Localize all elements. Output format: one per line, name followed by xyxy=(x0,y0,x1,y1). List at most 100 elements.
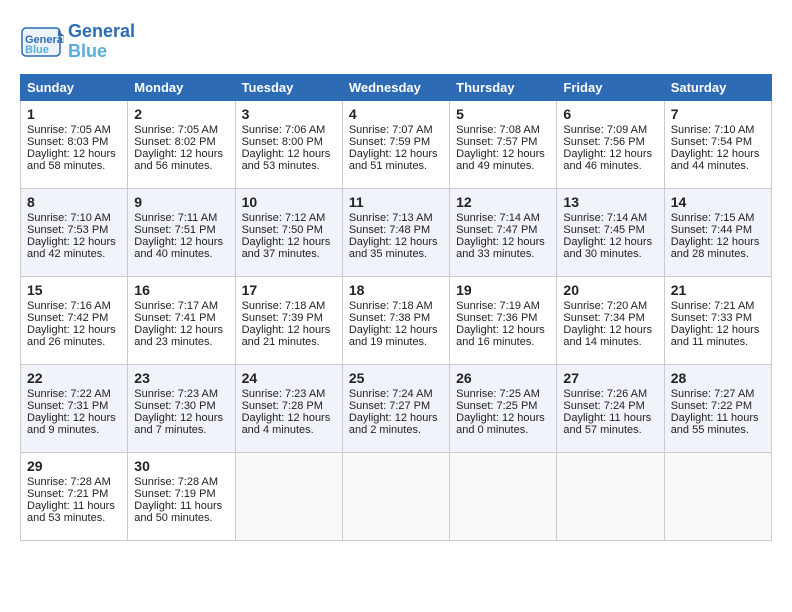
day-header-thursday: Thursday xyxy=(450,75,557,101)
day-number: 14 xyxy=(671,194,765,210)
calendar-cell xyxy=(557,453,664,541)
day-number: 16 xyxy=(134,282,228,298)
calendar-cell: 29 Sunrise: 7:28 AM Sunset: 7:21 PM Dayl… xyxy=(21,453,128,541)
sunrise-text: Sunrise: 7:18 AM xyxy=(242,300,326,312)
daylight-text: Daylight: 12 hours and 30 minutes. xyxy=(563,236,652,260)
logo-general: General xyxy=(68,22,135,42)
calendar-cell: 16 Sunrise: 7:17 AM Sunset: 7:41 PM Dayl… xyxy=(128,277,235,365)
day-number: 9 xyxy=(134,194,228,210)
sunrise-text: Sunrise: 7:22 AM xyxy=(27,388,111,400)
day-number: 21 xyxy=(671,282,765,298)
calendar-cell xyxy=(664,453,771,541)
calendar-cell: 13 Sunrise: 7:14 AM Sunset: 7:45 PM Dayl… xyxy=(557,189,664,277)
calendar-cell: 7 Sunrise: 7:10 AM Sunset: 7:54 PM Dayli… xyxy=(664,101,771,189)
day-number: 27 xyxy=(563,370,657,386)
day-number: 19 xyxy=(456,282,550,298)
calendar-cell: 28 Sunrise: 7:27 AM Sunset: 7:22 PM Dayl… xyxy=(664,365,771,453)
daylight-text: Daylight: 12 hours and 16 minutes. xyxy=(456,324,545,348)
day-number: 17 xyxy=(242,282,336,298)
daylight-text: Daylight: 11 hours and 55 minutes. xyxy=(671,412,759,436)
calendar-cell: 21 Sunrise: 7:21 AM Sunset: 7:33 PM Dayl… xyxy=(664,277,771,365)
daylight-text: Daylight: 11 hours and 57 minutes. xyxy=(563,412,651,436)
sunrise-text: Sunrise: 7:25 AM xyxy=(456,388,540,400)
day-number: 7 xyxy=(671,106,765,122)
daylight-text: Daylight: 12 hours and 2 minutes. xyxy=(349,412,438,436)
sunrise-text: Sunrise: 7:12 AM xyxy=(242,212,326,224)
sunset-text: Sunset: 7:22 PM xyxy=(671,400,752,412)
calendar-cell: 9 Sunrise: 7:11 AM Sunset: 7:51 PM Dayli… xyxy=(128,189,235,277)
sunrise-text: Sunrise: 7:14 AM xyxy=(456,212,540,224)
sunset-text: Sunset: 7:39 PM xyxy=(242,312,323,324)
sunset-text: Sunset: 7:47 PM xyxy=(456,224,537,236)
sunrise-text: Sunrise: 7:05 AM xyxy=(27,124,111,136)
day-number: 3 xyxy=(242,106,336,122)
calendar-cell: 19 Sunrise: 7:19 AM Sunset: 7:36 PM Dayl… xyxy=(450,277,557,365)
calendar-body: 1 Sunrise: 7:05 AM Sunset: 8:03 PM Dayli… xyxy=(21,101,772,541)
sunrise-text: Sunrise: 7:10 AM xyxy=(671,124,755,136)
daylight-text: Daylight: 12 hours and 51 minutes. xyxy=(349,148,438,172)
calendar-cell: 24 Sunrise: 7:23 AM Sunset: 7:28 PM Dayl… xyxy=(235,365,342,453)
day-number: 20 xyxy=(563,282,657,298)
sunrise-text: Sunrise: 7:14 AM xyxy=(563,212,647,224)
daylight-text: Daylight: 12 hours and 46 minutes. xyxy=(563,148,652,172)
sunset-text: Sunset: 8:00 PM xyxy=(242,136,323,148)
sunset-text: Sunset: 7:44 PM xyxy=(671,224,752,236)
calendar-cell xyxy=(450,453,557,541)
calendar-cell: 10 Sunrise: 7:12 AM Sunset: 7:50 PM Dayl… xyxy=(235,189,342,277)
day-number: 22 xyxy=(27,370,121,386)
sunset-text: Sunset: 8:03 PM xyxy=(27,136,108,148)
sunrise-text: Sunrise: 7:07 AM xyxy=(349,124,433,136)
daylight-text: Daylight: 12 hours and 35 minutes. xyxy=(349,236,438,260)
day-header-sunday: Sunday xyxy=(21,75,128,101)
sunset-text: Sunset: 7:27 PM xyxy=(349,400,430,412)
sunrise-text: Sunrise: 7:11 AM xyxy=(134,212,217,224)
daylight-text: Daylight: 12 hours and 19 minutes. xyxy=(349,324,438,348)
sunrise-text: Sunrise: 7:21 AM xyxy=(671,300,755,312)
calendar-cell: 15 Sunrise: 7:16 AM Sunset: 7:42 PM Dayl… xyxy=(21,277,128,365)
daylight-text: Daylight: 12 hours and 9 minutes. xyxy=(27,412,116,436)
day-number: 10 xyxy=(242,194,336,210)
sunset-text: Sunset: 7:50 PM xyxy=(242,224,323,236)
day-number: 2 xyxy=(134,106,228,122)
calendar-cell: 6 Sunrise: 7:09 AM Sunset: 7:56 PM Dayli… xyxy=(557,101,664,189)
calendar-cell: 14 Sunrise: 7:15 AM Sunset: 7:44 PM Dayl… xyxy=(664,189,771,277)
day-header-wednesday: Wednesday xyxy=(342,75,449,101)
day-number: 5 xyxy=(456,106,550,122)
sunrise-text: Sunrise: 7:18 AM xyxy=(349,300,433,312)
daylight-text: Daylight: 12 hours and 42 minutes. xyxy=(27,236,116,260)
calendar-week-row: 1 Sunrise: 7:05 AM Sunset: 8:03 PM Dayli… xyxy=(21,101,772,189)
sunset-text: Sunset: 7:54 PM xyxy=(671,136,752,148)
sunset-text: Sunset: 7:51 PM xyxy=(134,224,215,236)
sunset-text: Sunset: 7:42 PM xyxy=(27,312,108,324)
daylight-text: Daylight: 12 hours and 58 minutes. xyxy=(27,148,116,172)
daylight-text: Daylight: 12 hours and 11 minutes. xyxy=(671,324,760,348)
daylight-text: Daylight: 12 hours and 37 minutes. xyxy=(242,236,331,260)
sunset-text: Sunset: 7:31 PM xyxy=(27,400,108,412)
daylight-text: Daylight: 12 hours and 4 minutes. xyxy=(242,412,331,436)
day-number: 12 xyxy=(456,194,550,210)
calendar-header-row: SundayMondayTuesdayWednesdayThursdayFrid… xyxy=(21,75,772,101)
sunset-text: Sunset: 7:25 PM xyxy=(456,400,537,412)
calendar-cell: 17 Sunrise: 7:18 AM Sunset: 7:39 PM Dayl… xyxy=(235,277,342,365)
calendar-cell: 1 Sunrise: 7:05 AM Sunset: 8:03 PM Dayli… xyxy=(21,101,128,189)
sunrise-text: Sunrise: 7:13 AM xyxy=(349,212,433,224)
calendar-cell xyxy=(235,453,342,541)
calendar-cell: 4 Sunrise: 7:07 AM Sunset: 7:59 PM Dayli… xyxy=(342,101,449,189)
day-number: 18 xyxy=(349,282,443,298)
sunrise-text: Sunrise: 7:09 AM xyxy=(563,124,647,136)
sunrise-text: Sunrise: 7:27 AM xyxy=(671,388,755,400)
calendar-week-row: 22 Sunrise: 7:22 AM Sunset: 7:31 PM Dayl… xyxy=(21,365,772,453)
calendar-cell: 2 Sunrise: 7:05 AM Sunset: 8:02 PM Dayli… xyxy=(128,101,235,189)
daylight-text: Daylight: 12 hours and 44 minutes. xyxy=(671,148,760,172)
calendar-cell: 23 Sunrise: 7:23 AM Sunset: 7:30 PM Dayl… xyxy=(128,365,235,453)
calendar-cell: 25 Sunrise: 7:24 AM Sunset: 7:27 PM Dayl… xyxy=(342,365,449,453)
calendar-week-row: 8 Sunrise: 7:10 AM Sunset: 7:53 PM Dayli… xyxy=(21,189,772,277)
day-header-monday: Monday xyxy=(128,75,235,101)
calendar-cell: 26 Sunrise: 7:25 AM Sunset: 7:25 PM Dayl… xyxy=(450,365,557,453)
sunrise-text: Sunrise: 7:17 AM xyxy=(134,300,218,312)
sunset-text: Sunset: 7:33 PM xyxy=(671,312,752,324)
svg-text:Blue: Blue xyxy=(25,44,49,56)
daylight-text: Daylight: 12 hours and 28 minutes. xyxy=(671,236,760,260)
sunset-text: Sunset: 7:38 PM xyxy=(349,312,430,324)
sunset-text: Sunset: 7:21 PM xyxy=(27,488,108,500)
